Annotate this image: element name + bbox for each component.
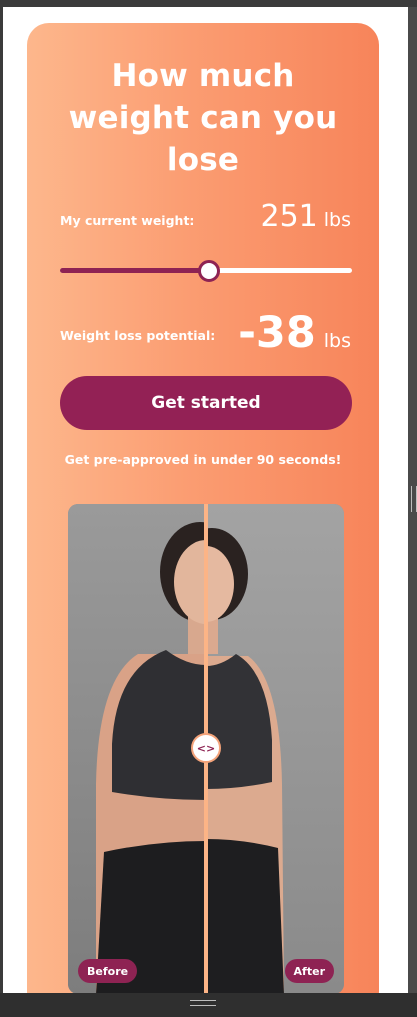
title-line: weight can you [68,100,338,136]
slider-thumb[interactable] [198,260,221,282]
current-weight-label: My current weight: [60,213,195,228]
title-line: lose [166,142,240,178]
current-weight-unit: lbs [323,209,351,231]
vertical-resize-grip-icon[interactable] [411,486,417,512]
before-label: Before [78,959,138,983]
current-weight-number: 251 [260,199,318,234]
weight-loss-unit: lbs [323,330,351,352]
weight-slider[interactable] [60,260,352,282]
get-started-button[interactable]: Get started [60,376,352,430]
slider-fill [60,268,208,273]
page-title: How much weight can you lose [27,55,379,181]
horizontal-resize-grip-icon[interactable] [190,1000,216,1006]
window-frame-top [0,0,417,7]
current-weight-value: 251 lbs [260,199,351,234]
preapproval-note: Get pre-approved in under 90 seconds! [64,452,342,467]
after-label: After [284,959,334,983]
weight-loss-card: How much weight can you lose My current … [27,23,379,993]
chevrons-left-right-icon[interactable]: <> [191,733,221,763]
title-line: How much [111,58,295,94]
weight-loss-value: -38 lbs [238,308,351,358]
page-viewport: How much weight can you lose My current … [3,7,408,993]
before-after-comparison[interactable]: <> Before After [68,504,344,993]
weight-loss-label: Weight loss potential: [60,328,216,343]
weight-loss-number: -38 [238,308,316,358]
